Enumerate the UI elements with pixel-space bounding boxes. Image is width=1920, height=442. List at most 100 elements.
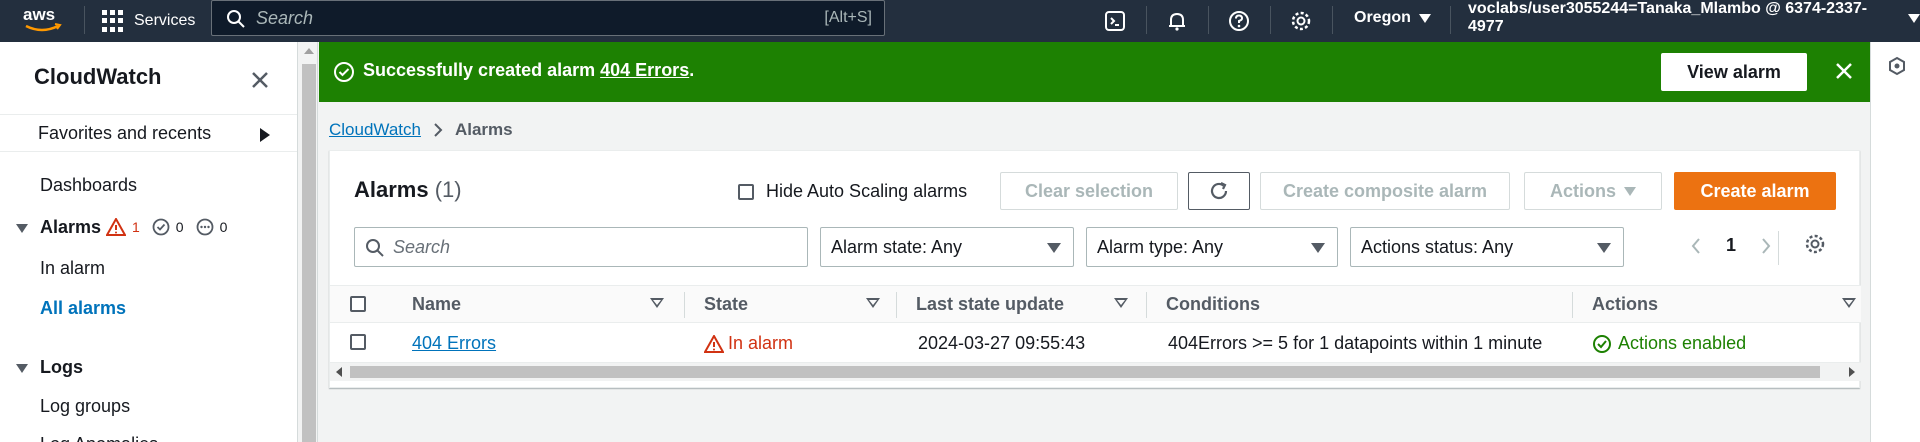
alarm-state: In alarm [704, 333, 793, 354]
ok-count: 0 [175, 219, 184, 235]
refresh-button[interactable] [1188, 172, 1250, 210]
page-number[interactable]: 1 [1726, 235, 1736, 256]
breadcrumb: CloudWatch Alarms [329, 120, 513, 140]
clear-selection-button[interactable]: Clear selection [1000, 172, 1178, 210]
sort-icon[interactable] [1842, 298, 1856, 308]
column-header-actions[interactable]: Actions [1592, 294, 1658, 315]
actions-status: Actions enabled [1592, 333, 1746, 354]
create-alarm-button[interactable]: Create alarm [1674, 172, 1836, 210]
table-settings-gear-icon[interactable] [1804, 233, 1826, 260]
side-navigation: CloudWatch Favorites and recents Dashboa… [0, 42, 298, 442]
breadcrumb-current: Alarms [454, 120, 513, 139]
chevron-down-icon [1418, 13, 1431, 23]
notifications-bell-icon[interactable] [1162, 6, 1192, 36]
sidebar-item-all-alarms[interactable]: All alarms [40, 298, 126, 319]
alarm-count: (1) [434, 177, 462, 202]
alarm-state-filter[interactable]: Alarm state: Any [820, 227, 1074, 267]
region-selector[interactable]: Oregon [1354, 0, 1431, 36]
warning-icon [106, 218, 126, 236]
sidebar-item-logs[interactable]: Logs [40, 357, 83, 378]
table-header: Name State Last state update Conditions … [330, 285, 1861, 323]
account-menu[interactable]: voclabs/user3055244=Tanaka_Mlambo @ 6374… [1468, 0, 1920, 36]
help-icon[interactable] [1224, 6, 1254, 36]
services-menu-button[interactable]: Services [102, 0, 195, 42]
chevron-right-icon [434, 123, 443, 137]
close-icon[interactable] [1835, 62, 1853, 85]
refresh-icon [1210, 182, 1228, 200]
select-all-checkbox[interactable] [350, 296, 366, 312]
sidebar-item-dashboards[interactable]: Dashboards [40, 175, 137, 196]
caret-right-icon [260, 128, 270, 142]
chevron-right-icon[interactable] [1760, 237, 1772, 255]
chevron-down-icon [1908, 13, 1920, 23]
svg-text:aws: aws [23, 5, 55, 24]
in-alarm-count: 1 [132, 219, 140, 235]
table-horizontal-scrollbar[interactable] [330, 363, 1861, 381]
check-circle-icon [152, 218, 170, 236]
search-shortcut: [Alt+S] [824, 9, 872, 26]
sidebar-item-in-alarm[interactable]: In alarm [40, 258, 105, 279]
column-header-name[interactable]: Name [412, 294, 461, 315]
global-search-input[interactable]: Search [Alt+S] [211, 0, 885, 36]
divider [84, 6, 85, 34]
chevron-down-icon [1597, 243, 1611, 253]
actions-status-filter[interactable]: Actions status: Any [1350, 227, 1624, 267]
close-icon[interactable] [250, 70, 270, 95]
column-header-conditions: Conditions [1166, 294, 1260, 314]
hide-autoscaling-label: Hide Auto Scaling alarms [766, 181, 968, 201]
chevron-down-icon [1624, 186, 1636, 196]
check-circle-icon [1593, 334, 1611, 353]
pagination: 1 [1690, 235, 1772, 256]
warning-icon [704, 334, 724, 353]
column-header-state[interactable]: State [704, 294, 748, 315]
alarm-type-filter[interactable]: Alarm type: Any [1086, 227, 1338, 267]
column-header-last-update[interactable]: Last state update [916, 294, 1064, 315]
flash-alarm-link[interactable]: 404 Errors [600, 60, 689, 80]
alarms-panel: Alarms (1) Hide Auto Scaling alarms Clea… [329, 150, 1861, 388]
favorites-and-recents[interactable]: Favorites and recents [0, 114, 297, 152]
right-rail [1870, 42, 1920, 442]
chevron-down-icon [1311, 243, 1325, 253]
account-label: voclabs/user3055244=Tanaka_Mlambo @ 6374… [1468, 0, 1868, 35]
aws-logo[interactable]: aws [20, 4, 66, 36]
panel-title: Alarms (1) [354, 177, 462, 202]
chevron-left-icon[interactable] [1690, 237, 1702, 255]
success-flash-banner: Successfully created alarm 404 Errors. V… [319, 42, 1870, 102]
sidebar-item-log-anomalies[interactable]: Log Anomalies [40, 434, 158, 442]
alarm-name-link[interactable]: 404 Errors [412, 333, 496, 353]
search-icon [366, 239, 384, 257]
breadcrumb-cloudwatch-link[interactable]: CloudWatch [329, 120, 421, 140]
hexagon-icon[interactable] [1887, 56, 1907, 76]
cloudshell-icon[interactable] [1100, 6, 1130, 36]
row-checkbox[interactable] [350, 334, 366, 350]
chevron-down-icon [1047, 243, 1061, 253]
sort-icon[interactable] [1114, 298, 1128, 308]
alarm-counts: 1 0 0 [106, 218, 227, 236]
search-placeholder: Search [256, 7, 314, 28]
sidenav-title: CloudWatch [34, 64, 162, 89]
top-navigation-bar: aws Services Search [Alt+S] Oregon vocla… [0, 0, 1920, 42]
caret-down-icon[interactable] [16, 364, 28, 373]
sort-icon[interactable] [866, 298, 880, 308]
caret-down-icon[interactable] [16, 224, 28, 233]
actions-dropdown-button[interactable]: Actions [1524, 172, 1662, 210]
insufficient-count: 0 [219, 219, 228, 235]
checkbox[interactable] [738, 183, 754, 200]
alarm-conditions: 404Errors >= 5 for 1 datapoints within 1… [1168, 333, 1543, 353]
sidebar-item-alarms[interactable]: Alarms [40, 217, 101, 238]
actions-label: Actions [1549, 180, 1616, 201]
sort-icon[interactable] [650, 298, 664, 308]
region-label: Oregon [1354, 9, 1411, 26]
create-composite-alarm-button[interactable]: Create composite alarm [1260, 172, 1510, 210]
more-circle-icon [196, 218, 213, 236]
alarm-search-input[interactable]: Search [354, 227, 808, 267]
view-alarm-button[interactable]: View alarm [1661, 53, 1807, 91]
hide-autoscaling-checkbox[interactable]: Hide Auto Scaling alarms [738, 181, 967, 202]
sidebar-item-log-groups[interactable]: Log groups [40, 396, 130, 417]
search-placeholder: Search [393, 236, 451, 257]
sidenav-scrollbar[interactable] [300, 42, 318, 442]
services-label: Services [134, 12, 196, 29]
last-state-update: 2024-03-27 09:55:43 [918, 333, 1086, 353]
settings-gear-icon[interactable] [1286, 6, 1316, 36]
flash-message: Successfully created alarm 404 Errors. [363, 60, 695, 80]
